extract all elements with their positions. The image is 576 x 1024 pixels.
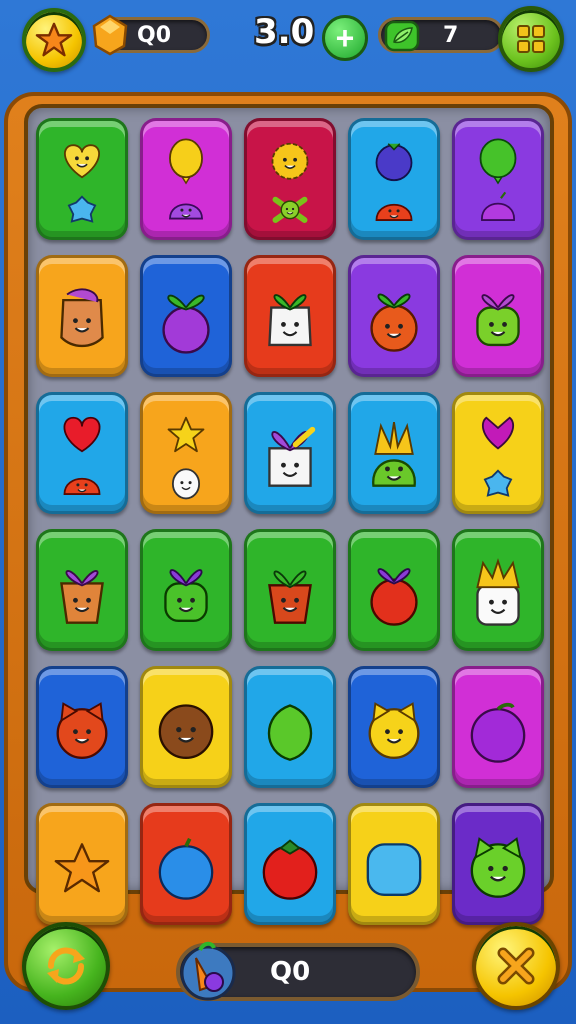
green-cat-face-icon — [470, 837, 526, 898]
tile-r2-c3[interactable] — [244, 255, 336, 377]
tile-r2-c4[interactable] — [348, 255, 440, 377]
green-lime-icon — [267, 704, 313, 761]
star-button[interactable] — [22, 8, 86, 72]
purple-radish-icon — [162, 294, 210, 354]
tile-r5-c4[interactable] — [348, 666, 440, 788]
menu-grid-button[interactable] — [498, 6, 564, 72]
close-icon — [497, 947, 535, 985]
tile-r3-c2[interactable] — [140, 392, 232, 514]
white-leek-face-icon — [268, 426, 316, 487]
tile-r4-c5[interactable] — [452, 529, 544, 651]
carrot-face-icon — [60, 570, 104, 624]
tile-r3-c1[interactable] — [36, 392, 128, 514]
magenta-tulip-icon — [481, 416, 515, 450]
tile-r6-c4[interactable] — [348, 803, 440, 925]
purple-slime-icon — [169, 203, 203, 220]
tile-r4-c1[interactable] — [36, 529, 128, 651]
leaf-counter-value: 7 — [443, 22, 459, 48]
horse-face-icon — [60, 288, 104, 348]
close-button[interactable] — [472, 922, 560, 1010]
tile-r5-c1[interactable] — [36, 666, 128, 788]
orange-carrot-face-icon — [370, 293, 418, 352]
tile-r4-c2[interactable] — [140, 529, 232, 651]
tile-r5-c3[interactable] — [244, 666, 336, 788]
orange-gem-icon — [92, 14, 128, 56]
tile-r3-c3[interactable] — [244, 392, 336, 514]
yellow-star-icon — [167, 416, 205, 453]
refresh-button[interactable] — [22, 922, 110, 1010]
add-button[interactable]: + — [322, 15, 368, 61]
yellow-fluffy-face-icon — [271, 142, 309, 180]
plus-icon: + — [335, 20, 355, 56]
star-icon — [35, 22, 73, 57]
tile-r6-c5[interactable] — [452, 803, 544, 925]
tile-r6-c1[interactable] — [36, 803, 128, 925]
tile-r6-c2[interactable] — [140, 803, 232, 925]
orange-star-icon — [54, 843, 110, 893]
tile-r1-c5[interactable] — [452, 118, 544, 240]
white-crown-face-icon — [476, 558, 520, 626]
center-value: 3.0 — [254, 12, 315, 52]
white-egg-face-icon — [171, 468, 201, 500]
tile-r4-c4[interactable] — [348, 529, 440, 651]
purple-plum-icon — [470, 702, 526, 763]
brown-coconut-face-icon — [158, 704, 214, 760]
tile-r3-c4[interactable] — [348, 392, 440, 514]
tile-r1-c3[interactable] — [244, 118, 336, 240]
tile-r5-c5[interactable] — [452, 666, 544, 788]
red-carrot-face-icon — [268, 570, 312, 624]
tile-r1-c2[interactable] — [140, 118, 232, 240]
tile-r2-c2[interactable] — [140, 255, 232, 377]
red-apple-fruit-icon — [370, 568, 418, 626]
yellow-cat-face-icon — [368, 702, 420, 760]
blue-apple-icon — [158, 837, 214, 900]
tile-r6-c3[interactable] — [244, 803, 336, 925]
grid-icon — [517, 25, 545, 53]
gem-counter-value: Q0 — [137, 22, 172, 48]
blue-berry-icon — [375, 143, 413, 182]
tile-r1-c4[interactable] — [348, 118, 440, 240]
leaf-icon — [384, 20, 420, 52]
blue-gem-icon — [483, 469, 513, 497]
green-balloon-icon — [479, 138, 517, 185]
tile-r4-c3[interactable] — [244, 529, 336, 651]
red-tomato-icon — [262, 839, 318, 900]
red-slime-icon — [375, 204, 413, 221]
red-heart-icon — [63, 416, 101, 453]
fruit-bundle-icon — [180, 941, 236, 1001]
yellow-balloon-icon — [169, 138, 203, 185]
green-pineapple-face-icon — [372, 422, 416, 487]
tile-r1-c1[interactable] — [36, 118, 128, 240]
purple-fruit-icon — [481, 191, 515, 221]
green-crossbones-icon — [272, 196, 308, 223]
white-radish-face-icon — [268, 294, 312, 347]
tile-r3-c5[interactable] — [452, 392, 544, 514]
green-plant-face-icon — [476, 294, 520, 347]
red-cat-face-icon — [56, 702, 108, 760]
yellow-heart-face-icon — [64, 144, 100, 179]
top-bar: Q0 3.0 + 7 — [0, 0, 576, 86]
blue-gem-icon — [67, 195, 97, 223]
tile-r5-c2[interactable] — [140, 666, 232, 788]
green-leaf-face-icon — [164, 569, 208, 623]
tile-r2-c5[interactable] — [452, 255, 544, 377]
bottom-counter-value: Q0 — [270, 957, 311, 987]
refresh-icon — [47, 947, 85, 985]
red-slime-icon — [63, 478, 101, 495]
tile-r2-c1[interactable] — [36, 255, 128, 377]
blue-jelly-icon — [366, 843, 422, 897]
